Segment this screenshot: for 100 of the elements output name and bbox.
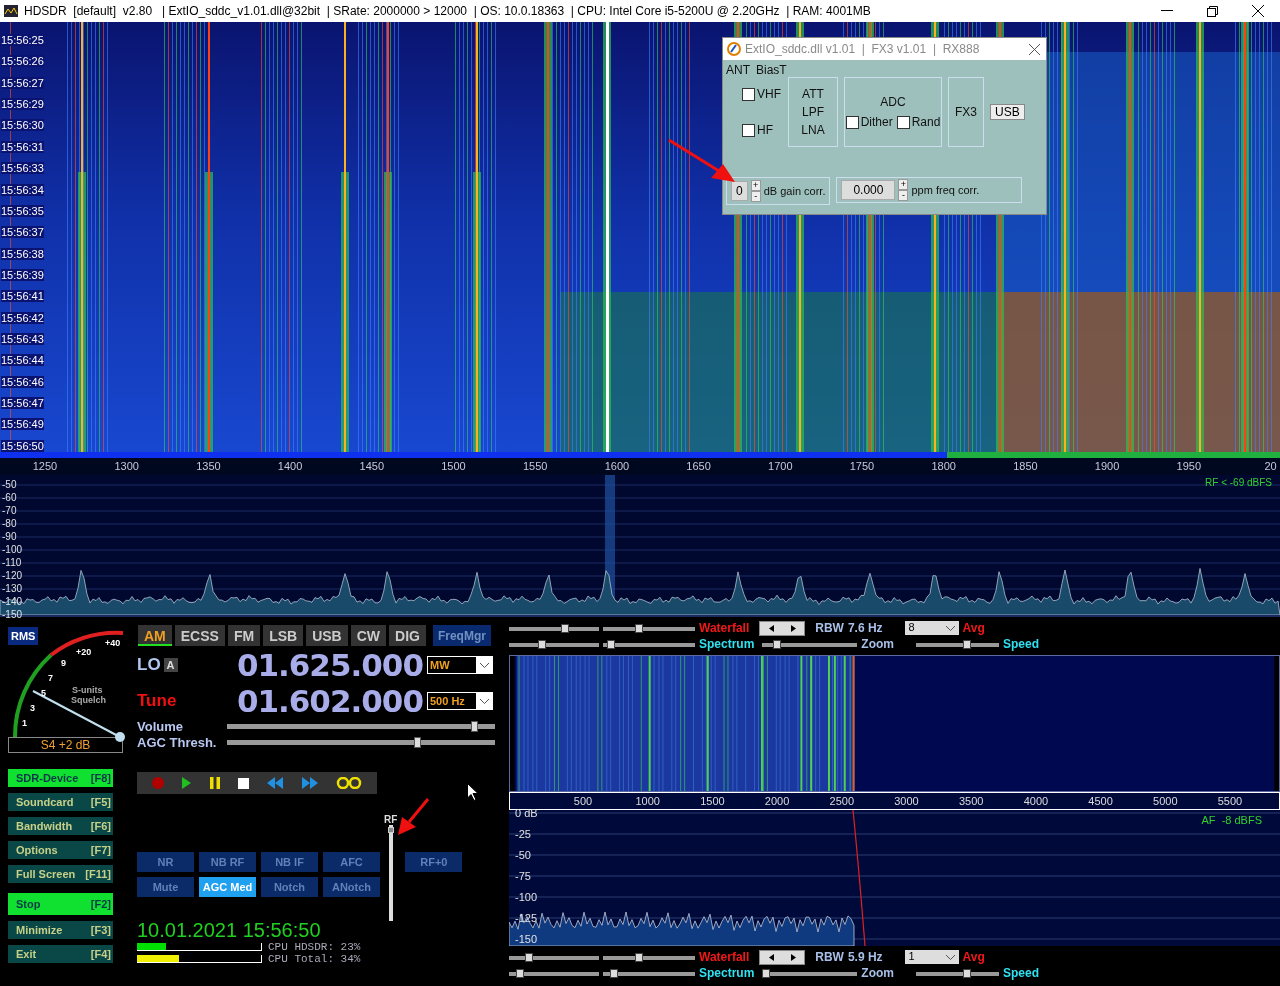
zoom-label: Zoom <box>861 637 895 651</box>
fast-forward-icon[interactable] <box>301 777 318 789</box>
function-button[interactable]: Stop [F2] <box>8 893 113 915</box>
slider-thumb[interactable] <box>634 952 643 962</box>
audio-frequency-label: 3000 <box>893 795 920 807</box>
frequency-label: 1500 <box>440 460 467 472</box>
level-label: -100 <box>515 891 538 904</box>
mode-tab[interactable]: DIG <box>389 625 426 646</box>
frequency-label: 1300 <box>113 460 140 472</box>
step-buttons[interactable] <box>759 620 806 636</box>
mode-tab[interactable]: ECSS <box>174 625 225 646</box>
slider-thumb[interactable] <box>762 968 771 978</box>
checkbox[interactable] <box>742 123 755 137</box>
checkbox[interactable] <box>845 115 859 129</box>
decrement-button[interactable]: - <box>898 190 909 201</box>
slider-thumb[interactable] <box>607 639 616 649</box>
checkbox[interactable] <box>742 87 755 101</box>
frequency-label: 1650 <box>685 460 712 472</box>
function-button[interactable]: Soundcard [F5] <box>8 793 113 811</box>
lo-frequency[interactable]: 01.625.000 <box>233 647 423 683</box>
slider-thumb[interactable] <box>525 952 534 962</box>
audio-frequency-label: 4500 <box>1087 795 1114 807</box>
tune-frequency[interactable]: 01.602.000 <box>233 683 423 719</box>
level-label: -50 <box>2 478 18 491</box>
cpu-readout: CPU Total: 34% <box>268 953 361 965</box>
restore-icon[interactable] <box>1207 5 1218 17</box>
minimize-icon[interactable] <box>1161 10 1173 12</box>
spin-field[interactable]: 0 <box>731 181 748 201</box>
app-logo-icon <box>727 42 741 56</box>
slider-thumb[interactable] <box>471 720 479 732</box>
rewind-icon[interactable] <box>267 777 284 789</box>
lo-badge[interactable]: A <box>163 658 178 672</box>
slider-thumb[interactable] <box>962 639 971 649</box>
function-button[interactable]: Minimize [F3] <box>8 921 113 939</box>
band-dropdown[interactable]: MW <box>427 656 493 674</box>
adc-label: ADC <box>880 95 906 109</box>
level-label: -120 <box>2 569 22 582</box>
correction-label: ppm freq corr. <box>911 184 980 196</box>
avg-dropdown[interactable]: 1 <box>904 950 959 964</box>
mode-tab[interactable]: USB <box>306 625 348 646</box>
freqmgr-button[interactable]: FreqMgr <box>432 625 491 646</box>
mode-tab[interactable]: AM <box>138 625 172 646</box>
avg-dropdown[interactable]: 8 <box>904 621 959 635</box>
decrement-button[interactable]: - <box>750 191 761 202</box>
slider-thumb[interactable] <box>772 639 781 649</box>
right-arrow-icon[interactable] <box>790 953 796 961</box>
af-level-readout: AF -8 dBFS <box>1201 814 1262 826</box>
slider-thumb[interactable] <box>609 968 618 978</box>
timestamp: 15:56:37 <box>1 226 44 239</box>
slider-thumb[interactable] <box>515 968 524 978</box>
increment-button[interactable]: + <box>898 179 909 190</box>
slider-thumb[interactable] <box>560 623 569 633</box>
spin-field[interactable]: 0.000 <box>841 180 896 200</box>
stage-label: LNA <box>801 123 825 137</box>
play-icon[interactable] <box>182 777 192 789</box>
s-scale-label: 9 <box>61 658 66 668</box>
mode-tab[interactable]: FM <box>227 625 261 646</box>
timestamp: 15:56:41 <box>1 290 44 303</box>
left-arrow-icon[interactable] <box>768 953 774 961</box>
level-label: -150 <box>2 608 22 621</box>
usb-button[interactable]: USB <box>990 104 1025 120</box>
slider-thumb[interactable] <box>414 736 422 748</box>
chevron-down-icon[interactable] <box>945 625 955 631</box>
step-buttons[interactable] <box>759 949 806 965</box>
bandwidth-dropdown[interactable]: 500 Hz <box>427 692 493 710</box>
function-button[interactable]: Options [F7] <box>8 841 113 859</box>
rbw-label: RBW <box>815 621 844 635</box>
s-scale-label: 5 <box>41 688 46 698</box>
frequency-label: 1900 <box>1093 460 1121 472</box>
function-button[interactable]: Full Screen [F11] <box>8 865 113 883</box>
dialog-title: ExtIO_sddc.dll v1.01 | FX3 v1.01 | RX888 <box>745 42 980 56</box>
function-button[interactable]: SDR-Device [F8] <box>8 769 113 787</box>
checkbox-label: VHF <box>757 87 781 101</box>
left-arrow-icon[interactable] <box>768 624 774 632</box>
loop-icon[interactable] <box>335 777 362 789</box>
pause-icon[interactable] <box>209 777 220 789</box>
audio-frequency-label: 3500 <box>957 795 985 807</box>
volume-label: Volume <box>137 718 184 734</box>
chevron-down-icon[interactable] <box>479 662 489 668</box>
mode-tab[interactable]: LSB <box>263 625 304 646</box>
slider-thumb[interactable] <box>634 623 643 633</box>
s-scale-label: 3 <box>30 703 35 713</box>
close-icon[interactable] <box>1029 43 1040 55</box>
checkbox[interactable] <box>896 115 910 129</box>
slider-thumb[interactable] <box>537 639 546 649</box>
function-button[interactable]: Exit [F4] <box>8 945 113 963</box>
chevron-down-icon[interactable] <box>479 698 489 704</box>
rms-button[interactable]: RMS <box>8 627 39 645</box>
increment-button[interactable]: + <box>750 180 761 191</box>
checkbox-label: Rand <box>911 115 941 129</box>
frequency-label: 1600 <box>603 460 631 472</box>
chevron-down-icon[interactable] <box>945 954 955 960</box>
mode-tab[interactable]: CW <box>350 625 386 646</box>
slider-thumb[interactable] <box>963 968 972 978</box>
function-button[interactable]: Bandwidth [F6] <box>8 817 113 835</box>
stop-icon[interactable] <box>238 777 249 789</box>
right-arrow-icon[interactable] <box>790 624 796 632</box>
timestamp: 15:56:30 <box>1 119 44 132</box>
frequency-label: 1550 <box>521 460 549 472</box>
close-icon[interactable] <box>1252 5 1264 17</box>
